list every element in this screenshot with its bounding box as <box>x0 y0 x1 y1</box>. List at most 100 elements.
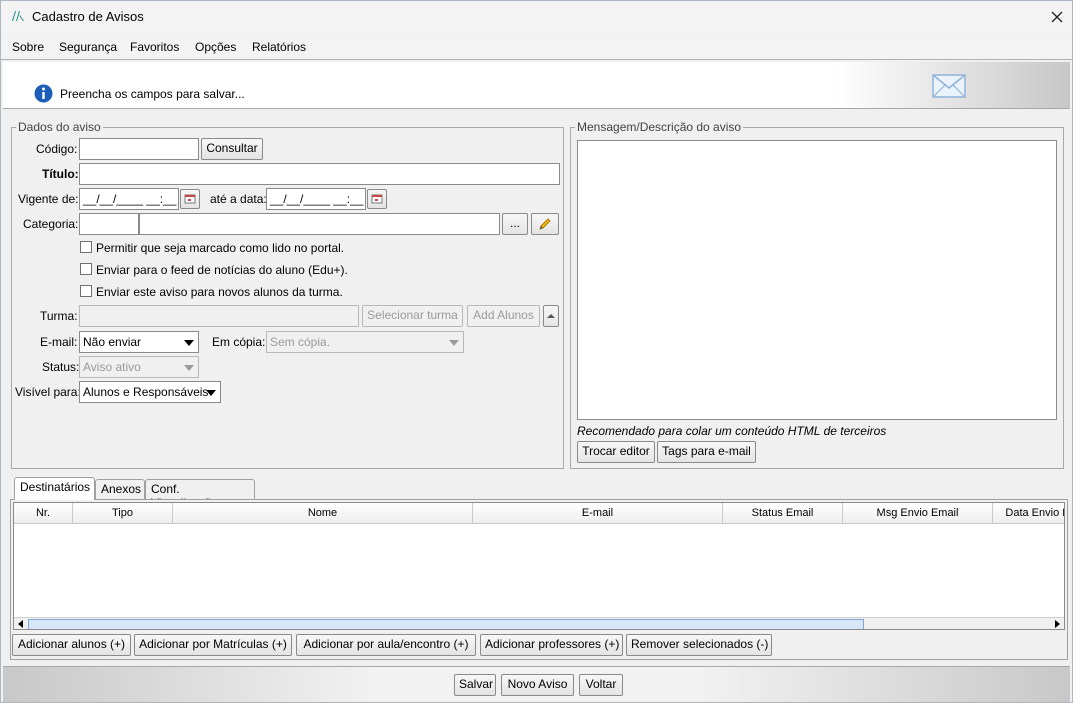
adicionar-alunos-label: Adicionar alunos (+) <box>17 637 126 651</box>
destinatarios-panel: Nr. Tipo Nome E-mail Status Email Msg En… <box>10 499 1068 660</box>
vigente-date-input[interactable]: __/__/____ __:__ <box>79 188 179 210</box>
salvar-label: Salvar <box>459 677 494 691</box>
close-icon <box>1051 11 1063 22</box>
trocar-editor-label: Trocar editor <box>582 444 650 458</box>
scroll-right-icon[interactable] <box>1055 620 1060 628</box>
novos-alunos-checkbox[interactable] <box>80 285 92 297</box>
em-copia-select[interactable]: Sem cópia. <box>266 331 464 353</box>
menu-opcoes[interactable]: Opções <box>195 40 236 54</box>
permitir-lido-checkbox[interactable] <box>80 241 92 253</box>
turma-input[interactable] <box>79 305 359 327</box>
arrow-up-icon <box>547 314 555 318</box>
info-banner: Preencha os campos para salvar... <box>3 62 1070 109</box>
dados-aviso-title: Dados do aviso <box>16 120 103 134</box>
tags-email-label: Tags para e-mail <box>662 444 751 458</box>
menu-bar: Sobre Segurança Favoritos Opções Relatór… <box>1 33 1072 60</box>
enviar-feed-label: Enviar para o feed de notícias do aluno … <box>96 263 348 277</box>
turma-scroll-up-button[interactable] <box>543 305 559 327</box>
codigo-input[interactable] <box>79 138 199 160</box>
categoria-name-input[interactable] <box>139 213 500 235</box>
ate-date-input[interactable]: __/__/____ __:__ <box>266 188 366 210</box>
column-header[interactable]: E-mail <box>473 503 723 524</box>
consultar-label: Consultar <box>206 141 258 155</box>
salvar-button[interactable]: Salvar <box>454 674 496 696</box>
titulo-label: Título: <box>42 167 79 181</box>
scrollbar-thumb[interactable] <box>28 619 864 629</box>
footer-bar: Salvar Novo Aviso Voltar <box>3 666 1070 702</box>
info-icon <box>34 84 53 103</box>
status-select[interactable]: Aviso ativo <box>79 356 199 378</box>
mensagem-title: Mensagem/Descrição do aviso <box>575 120 744 134</box>
novos-alunos-label: Enviar este aviso para novos alunos da t… <box>96 285 343 299</box>
categoria-browse-button[interactable]: ... <box>502 213 528 235</box>
add-alunos-button[interactable]: Add Alunos <box>467 305 540 327</box>
mail-icon <box>932 74 966 98</box>
remover-selecionados-label: Remover selecionados (-) <box>631 637 769 651</box>
menu-sobre[interactable]: Sobre <box>12 40 44 54</box>
vigente-calendar-button[interactable] <box>180 189 200 209</box>
menu-favoritos[interactable]: Favoritos <box>130 40 179 54</box>
column-header[interactable]: Status Email <box>723 503 843 524</box>
consultar-button[interactable]: Consultar <box>201 138 263 160</box>
menu-seguranca[interactable]: Segurança <box>59 40 117 54</box>
dropdown-arrow-icon <box>449 340 459 346</box>
column-header[interactable]: Msg Envio Email <box>843 503 993 524</box>
permitir-lido-label: Permitir que seja marcado como lido no p… <box>96 241 345 255</box>
adicionar-aula-button[interactable]: Adicionar por aula/encontro (+) <box>296 634 476 656</box>
tab-anexos[interactable]: Anexos <box>95 479 145 499</box>
titulo-input[interactable] <box>79 163 560 185</box>
browse-label: ... <box>509 216 520 230</box>
novo-aviso-button[interactable]: Novo Aviso <box>501 674 574 696</box>
ate-calendar-button[interactable] <box>367 189 387 209</box>
visivel-label: Visível para: <box>15 385 81 399</box>
column-header[interactable]: Nome <box>173 503 473 524</box>
email-label: E-mail: <box>40 335 78 349</box>
adicionar-professores-button[interactable]: Adicionar professores (+) <box>480 634 623 656</box>
selecionar-turma-button[interactable]: Selecionar turma <box>362 305 463 327</box>
selecionar-turma-label: Selecionar turma <box>367 308 458 322</box>
dropdown-arrow-icon <box>184 365 194 371</box>
adicionar-professores-label: Adicionar professores (+) <box>485 637 620 651</box>
close-button[interactable] <box>1042 1 1072 32</box>
enviar-feed-checkbox[interactable] <box>80 263 92 275</box>
tags-email-button[interactable]: Tags para e-mail <box>657 441 756 463</box>
em-copia-select-value: Sem cópia. <box>270 335 331 349</box>
dropdown-arrow-icon <box>184 340 194 346</box>
tab-conf-visualizacao[interactable]: Conf. Visualização <box>145 479 255 510</box>
adicionar-aula-label: Adicionar por aula/encontro (+) <box>303 637 469 651</box>
em-copia-label: Em cópia: <box>212 335 266 349</box>
voltar-button[interactable]: Voltar <box>579 674 623 696</box>
tab-destinatarios-label: Destinatários <box>20 480 91 494</box>
turma-label: Turma: <box>40 309 78 323</box>
title-bar: Cadastro de Avisos <box>1 1 1072 32</box>
column-header[interactable]: Data Envio E <box>993 503 1064 524</box>
categoria-edit-button[interactable] <box>531 213 559 235</box>
column-header[interactable]: Nr. <box>14 503 73 524</box>
scroll-left-icon[interactable] <box>18 620 23 628</box>
categoria-code-input[interactable] <box>79 213 139 235</box>
calendar-icon <box>184 194 196 204</box>
app-logo-icon <box>12 11 24 21</box>
categoria-label: Categoria: <box>23 217 79 231</box>
menu-relatorios[interactable]: Relatórios <box>252 40 306 54</box>
codigo-label: Código: <box>36 142 78 156</box>
horizontal-scrollbar[interactable] <box>14 617 1064 629</box>
adicionar-matriculas-button[interactable]: Adicionar por Matrículas (+) <box>134 634 292 656</box>
novo-aviso-label: Novo Aviso <box>507 677 568 691</box>
banner-message: Preencha os campos para salvar... <box>60 87 245 101</box>
dropdown-arrow-icon <box>206 390 216 396</box>
column-header[interactable]: Tipo <box>73 503 173 524</box>
email-select-value: Não enviar <box>83 335 142 349</box>
email-select[interactable]: Não enviar <box>79 331 199 353</box>
tab-destinatarios[interactable]: Destinatários <box>14 477 95 500</box>
mensagem-hint: Recomendado para colar um conteúdo HTML … <box>577 424 887 438</box>
status-select-value: Aviso ativo <box>83 360 141 374</box>
destinatarios-table[interactable]: Nr. Tipo Nome E-mail Status Email Msg En… <box>13 502 1065 630</box>
trocar-editor-button[interactable]: Trocar editor <box>577 441 655 463</box>
visivel-select[interactable]: Alunos e Responsáveis <box>79 381 221 403</box>
remover-selecionados-button[interactable]: Remover selecionados (-) <box>626 634 772 656</box>
status-label: Status: <box>42 360 80 374</box>
window-title: Cadastro de Avisos <box>32 9 144 24</box>
adicionar-alunos-button[interactable]: Adicionar alunos (+) <box>12 634 131 656</box>
mensagem-textarea[interactable] <box>577 140 1057 420</box>
